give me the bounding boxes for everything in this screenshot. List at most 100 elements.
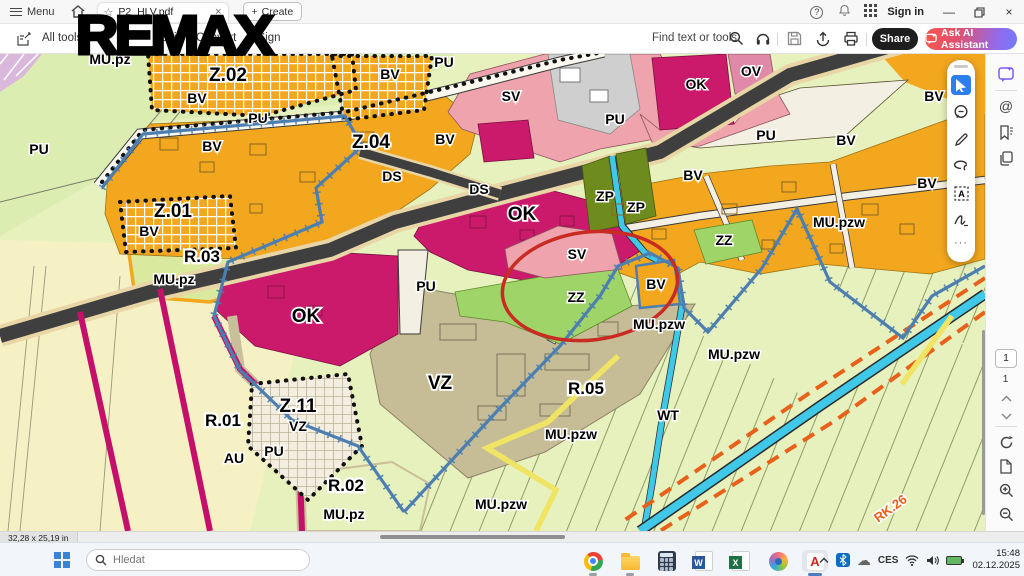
lasso-tool-button[interactable] <box>951 156 971 176</box>
taskbar-photos-icon[interactable] <box>765 550 791 572</box>
restore-button[interactable] <box>964 0 994 24</box>
svg-text:MU.pz: MU.pz <box>323 506 364 522</box>
svg-text:BV: BV <box>646 276 666 292</box>
svg-text:VZ: VZ <box>428 373 453 394</box>
svg-text:A: A <box>958 189 965 199</box>
bookmarks-panel-button[interactable] <box>996 122 1016 142</box>
svg-text:MU.pzw: MU.pzw <box>813 214 865 230</box>
minimize-button[interactable]: — <box>934 0 964 24</box>
share-label: Share <box>880 33 911 45</box>
running-indicator <box>626 573 634 576</box>
svg-text:Z.02: Z.02 <box>209 65 247 86</box>
zoom-out-button[interactable] <box>996 504 1016 524</box>
search-input[interactable] <box>113 554 273 566</box>
find-text-field[interactable]: Find text or tools <box>652 32 737 44</box>
page-current: 1 <box>1003 353 1009 364</box>
tray-chevron-icon[interactable] <box>819 557 829 564</box>
next-page-button[interactable] <box>996 406 1016 426</box>
taskbar-excel-icon[interactable]: X <box>728 550 754 572</box>
zoom-in-button[interactable] <box>996 480 1016 500</box>
svg-text:DS: DS <box>382 168 401 184</box>
apps-grid-icon[interactable] <box>857 4 883 20</box>
onedrive-cloud-icon[interactable]: ☁ <box>857 552 871 569</box>
pdf-page-zoning-map[interactable]: MU.pzZ.02BVBVPUSVOKOVPUBVZ.04BVDSPUDSPUP… <box>0 54 985 531</box>
ask-ai-assistant-button[interactable]: Ask AI Assistant <box>925 28 1017 50</box>
ai-assistant-panel-button[interactable] <box>996 64 1016 84</box>
share-button[interactable]: Share <box>872 28 918 50</box>
previous-page-button[interactable] <box>996 388 1016 408</box>
ask-ai-label: Ask AI Assistant <box>941 27 1017 51</box>
svg-text:Z.11: Z.11 <box>280 396 317 417</box>
svg-text:ZP: ZP <box>627 199 645 215</box>
upload-share-icon[interactable] <box>815 31 831 47</box>
rotate-page-button[interactable] <box>996 432 1016 452</box>
read-aloud-headphones-icon[interactable] <box>755 31 771 47</box>
tray-clock[interactable]: 15:48 02.12.2025 <box>972 548 1020 572</box>
textbox-icon: A <box>954 186 969 201</box>
svg-text:MU.pzw: MU.pzw <box>475 496 527 512</box>
language-indicator[interactable]: CES <box>878 555 899 566</box>
notifications-bell-icon[interactable] <box>831 4 857 20</box>
svg-text:R.03: R.03 <box>184 247 220 266</box>
lasso-icon <box>953 159 969 173</box>
start-button[interactable] <box>54 552 70 568</box>
svg-text:SV: SV <box>502 88 521 104</box>
horizontal-scrollbar[interactable] <box>380 535 565 539</box>
svg-text:PU: PU <box>434 54 453 70</box>
close-button[interactable]: × <box>994 0 1024 24</box>
taskbar-explorer-icon[interactable] <box>617 550 643 572</box>
wifi-icon[interactable] <box>905 555 919 566</box>
right-rail: @ 1 1 <box>985 54 1024 531</box>
more-tools-button[interactable]: ··· <box>954 237 968 249</box>
svg-text:BV: BV <box>380 66 400 82</box>
remax-logo-watermark: REMAX <box>76 8 271 63</box>
taskbar-word-icon[interactable]: W <box>691 550 717 572</box>
svg-text:ZZ: ZZ <box>567 289 585 305</box>
taskbar-search[interactable] <box>86 549 310 571</box>
svg-text:OV: OV <box>741 63 762 79</box>
page-edit-icon[interactable] <box>16 31 32 47</box>
quick-tools-palette: A ··· <box>947 60 975 262</box>
hamburger-icon <box>10 8 22 16</box>
svg-text:PU: PU <box>248 110 267 126</box>
select-tool-button[interactable] <box>951 75 971 95</box>
svg-text:OK: OK <box>508 204 537 225</box>
zoom-out-icon <box>999 507 1014 522</box>
save-icon[interactable] <box>787 31 802 46</box>
rotate-icon <box>999 435 1014 450</box>
fill-sign-tool-button[interactable] <box>951 210 971 230</box>
svg-text:BV: BV <box>202 138 222 154</box>
battery-icon[interactable] <box>946 556 962 565</box>
print-icon[interactable] <box>843 31 859 47</box>
zoning-map: MU.pzZ.02BVBVPUSVOKOVPUBVZ.04BVDSPUDSPUP… <box>0 54 985 531</box>
comments-panel-button[interactable]: @ <box>996 96 1016 116</box>
zoom-in-icon <box>999 483 1014 498</box>
insert-page-button[interactable] <box>996 456 1016 476</box>
ai-chat-icon <box>925 33 937 45</box>
help-icon[interactable]: ? <box>810 6 823 19</box>
svg-text:PU: PU <box>29 141 48 157</box>
menu-button[interactable]: Menu <box>10 6 55 18</box>
sign-in-button[interactable]: Sign in <box>887 6 924 18</box>
copy-pages-icon <box>999 151 1013 166</box>
ink-signature-icon <box>953 213 969 227</box>
draw-tool-button[interactable] <box>951 129 971 149</box>
comment-tool-button[interactable] <box>951 102 971 122</box>
search-icon[interactable] <box>729 31 744 46</box>
svg-text:R.05: R.05 <box>568 379 604 398</box>
vertical-scrollbar[interactable] <box>982 330 985 515</box>
svg-text:R.01: R.01 <box>205 411 241 430</box>
svg-text:WT: WT <box>657 407 679 423</box>
text-select-tool-button[interactable]: A <box>951 183 971 203</box>
taskbar-chrome-icon[interactable] <box>580 550 606 572</box>
svg-text:BV: BV <box>139 223 159 239</box>
page-number-input[interactable]: 1 <box>995 349 1017 368</box>
pencil-icon <box>954 132 969 147</box>
svg-text:DS: DS <box>469 181 488 197</box>
volume-icon[interactable] <box>926 555 939 566</box>
palette-drag-handle[interactable] <box>954 65 968 68</box>
bluetooth-icon[interactable] <box>836 553 850 567</box>
svg-text:ZP: ZP <box>596 188 614 204</box>
pages-panel-button[interactable] <box>996 148 1016 168</box>
taskbar-calculator-icon[interactable] <box>654 550 680 572</box>
